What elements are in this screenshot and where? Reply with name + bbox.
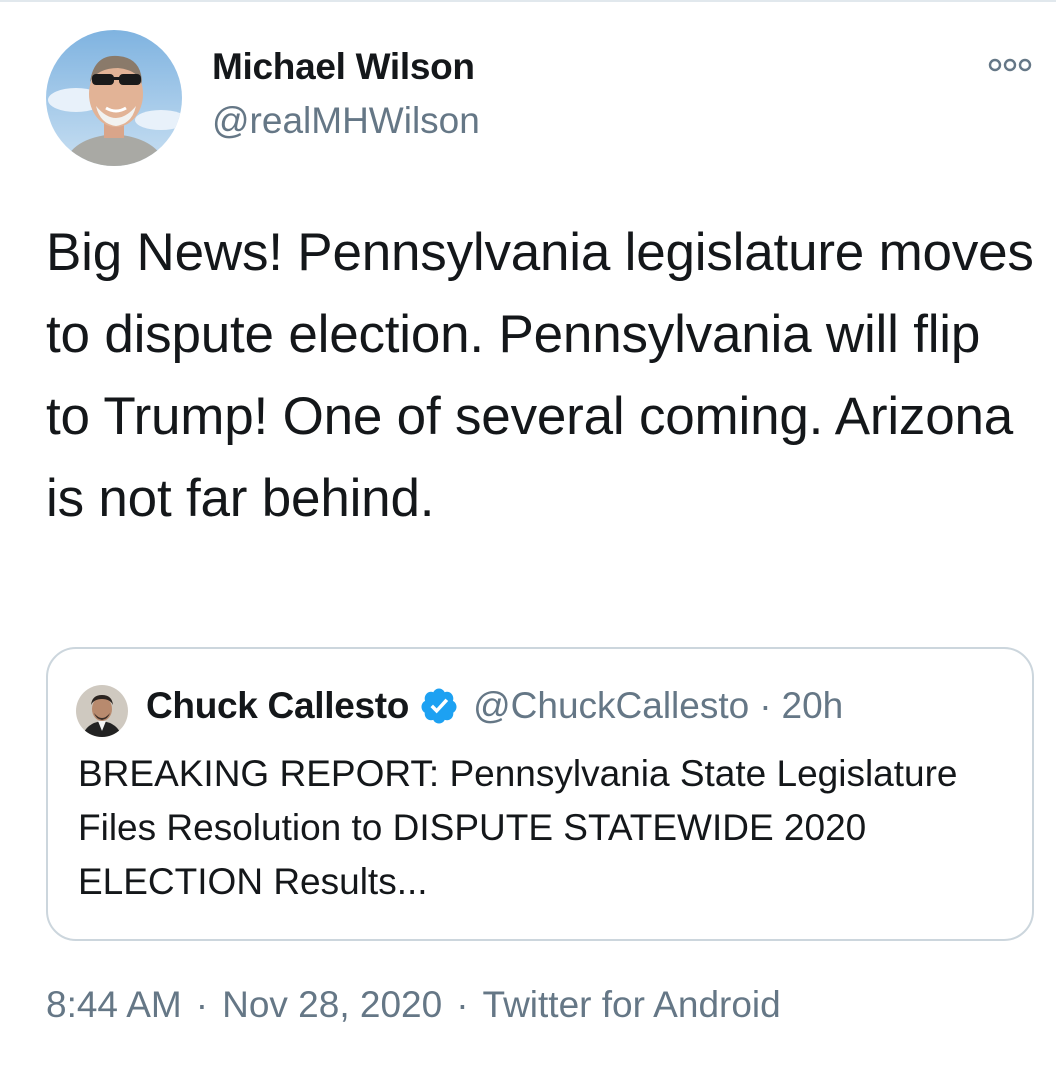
verified-badge-icon bbox=[421, 688, 457, 724]
author-name[interactable]: Michael Wilson bbox=[212, 46, 475, 88]
tweet-text: Big News! Pennsylvania legislature moves… bbox=[46, 223, 1034, 528]
tweet-meta: 8:44 AM · Nov 28, 2020 · Twitter for Android bbox=[46, 984, 781, 1026]
quote-header: Chuck Callesto @ChuckCallesto · 20h bbox=[146, 681, 843, 731]
quote-author-avatar[interactable] bbox=[76, 685, 128, 737]
more-options-icon[interactable] bbox=[988, 57, 1032, 73]
meta-separator: · bbox=[456, 984, 469, 1025]
tweet-card: Michael Wilson @realMHWilson Big News! P… bbox=[0, 0, 1056, 1073]
quote-timestamp[interactable]: 20h bbox=[782, 685, 844, 727]
author-avatar[interactable] bbox=[46, 30, 182, 166]
quote-author-name[interactable]: Chuck Callesto bbox=[146, 685, 409, 727]
quote-separator: · bbox=[759, 685, 772, 726]
quote-text: BREAKING REPORT: Pennsylvania State Legi… bbox=[78, 753, 958, 902]
meta-separator: · bbox=[195, 984, 209, 1025]
quoted-tweet[interactable]: Chuck Callesto @ChuckCallesto · 20h BREA… bbox=[46, 647, 1034, 941]
tweet-source[interactable]: Twitter for Android bbox=[483, 984, 781, 1025]
tweet-time[interactable]: 8:44 AM bbox=[46, 984, 182, 1025]
tweet-date[interactable]: Nov 28, 2020 bbox=[222, 984, 442, 1025]
author-handle[interactable]: @realMHWilson bbox=[212, 100, 480, 142]
quote-author-handle[interactable]: @ChuckCallesto bbox=[473, 685, 749, 727]
